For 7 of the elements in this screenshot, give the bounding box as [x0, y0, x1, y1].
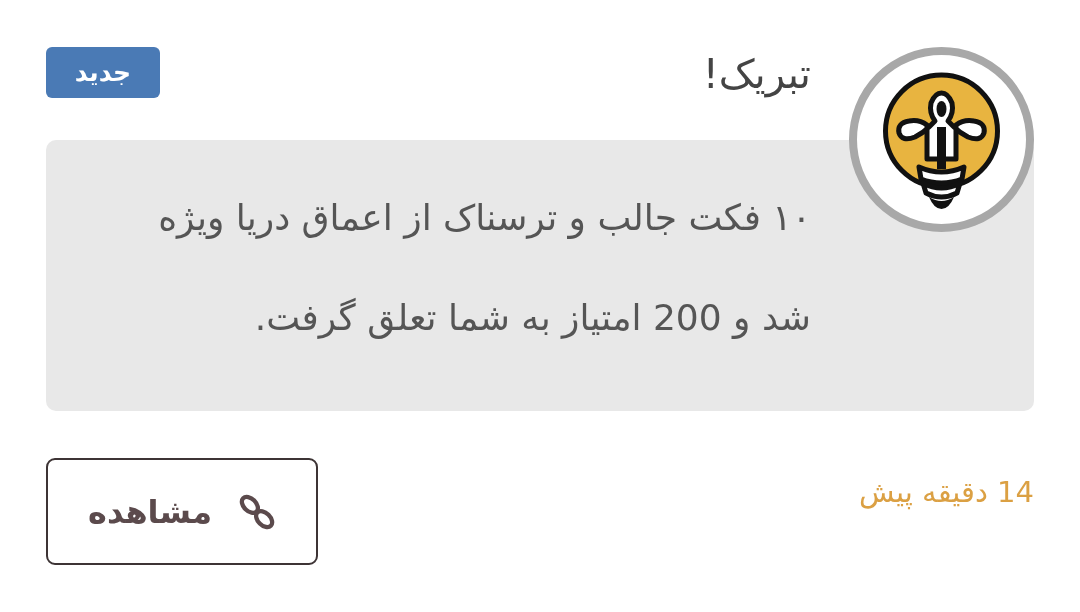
notification-title: تبریک! — [702, 50, 811, 99]
view-button[interactable]: مشاهده — [46, 458, 318, 565]
new-badge: جدید — [46, 47, 160, 98]
message-text: ۱۰ فکت جالب و ترسناک از اعماق دریا ویژه شد و 200 امتیاز به شما تعلق گرفت. — [157, 196, 811, 341]
link-icon — [238, 492, 276, 531]
timestamp: 14 دقیقه پیش — [859, 474, 1034, 511]
lightbulb-avatar-icon — [849, 47, 1034, 232]
